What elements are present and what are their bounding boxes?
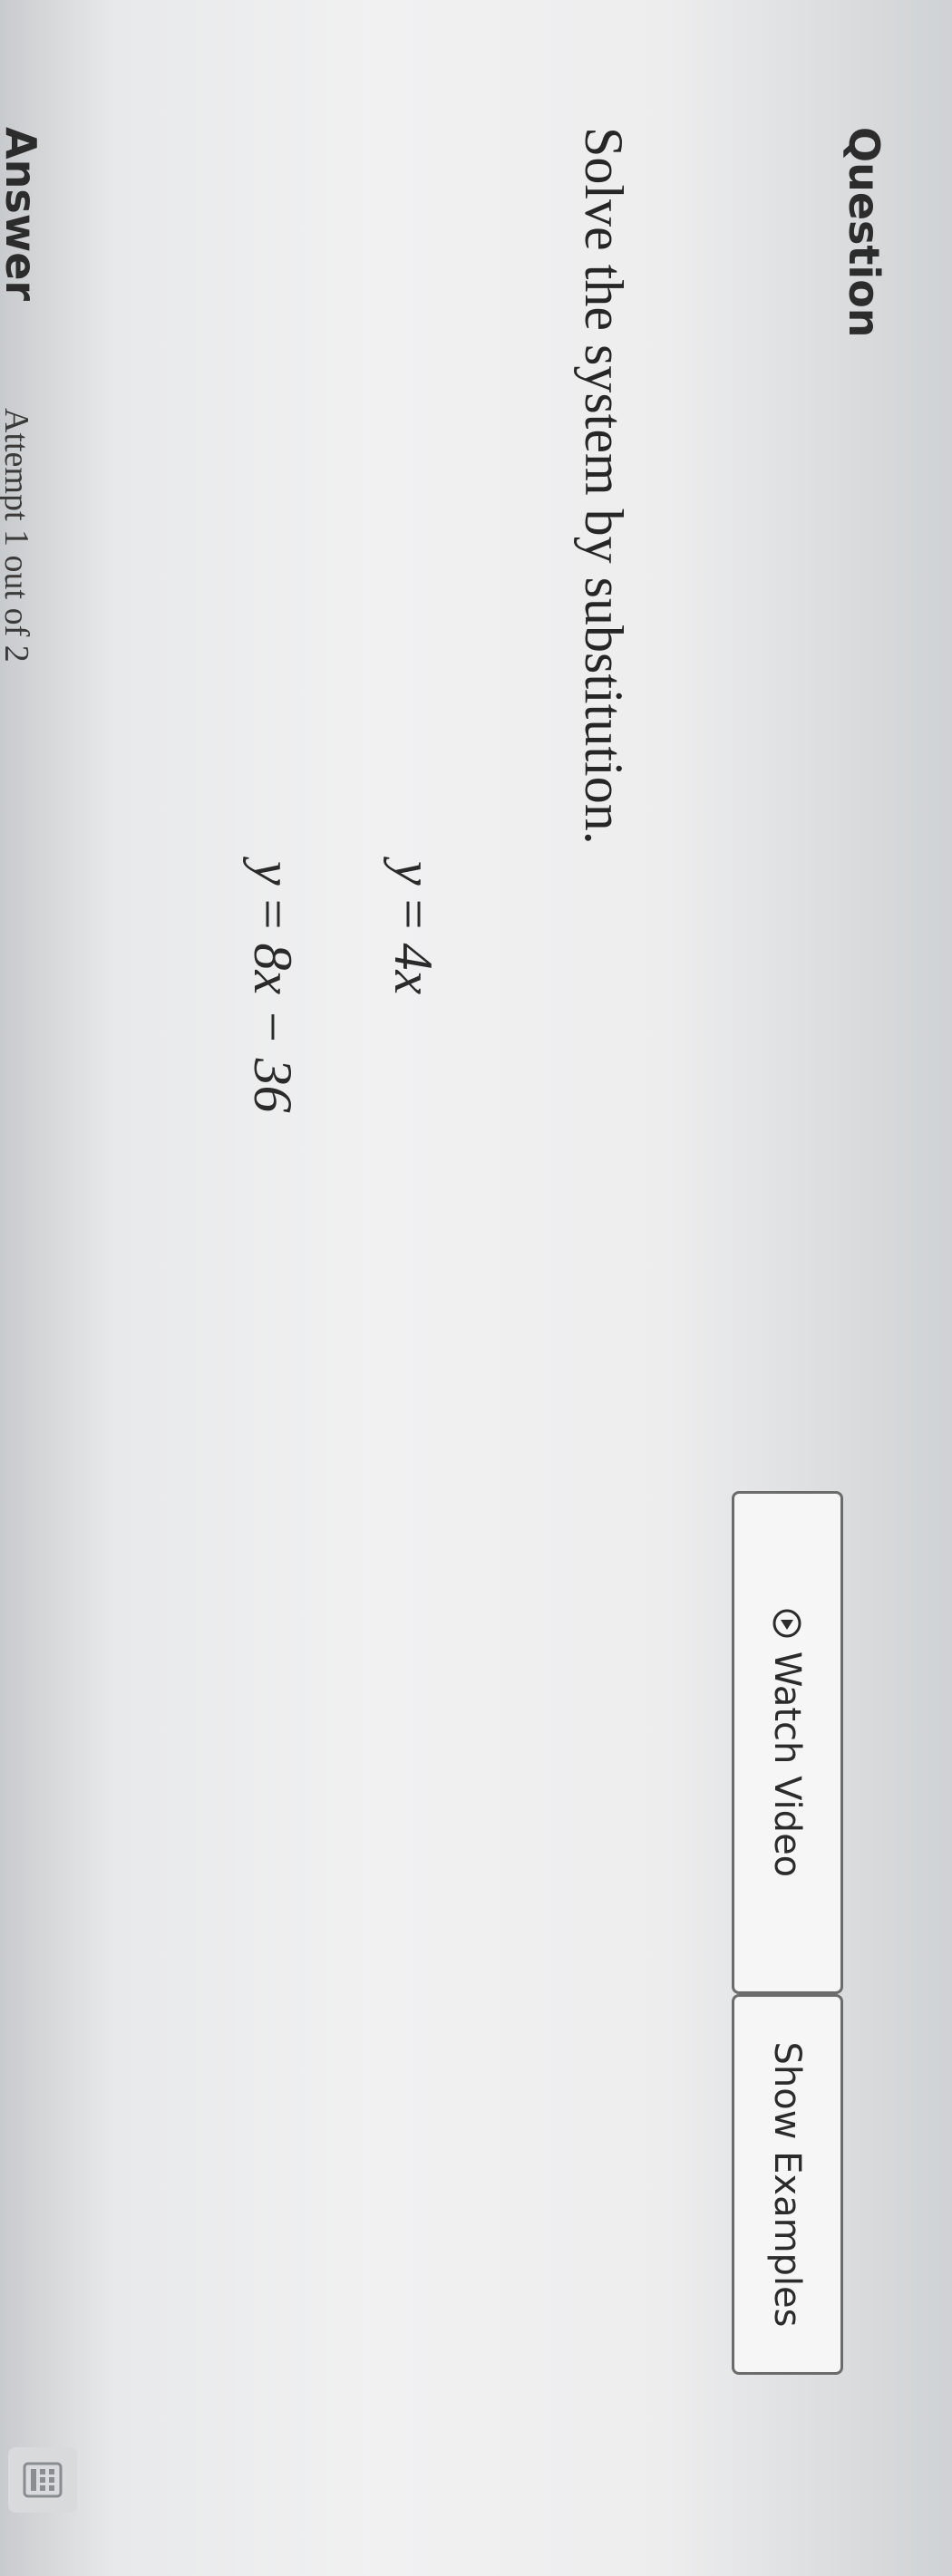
equation-2-lhs: y <box>243 861 303 886</box>
watch-video-label: Watch Video <box>766 1651 809 1878</box>
equation-2-rhs: 8x − 36 <box>243 943 303 1113</box>
question-heading: Question <box>840 127 889 338</box>
equation-2-operator: = <box>243 898 303 930</box>
show-examples-button[interactable]: Show Examples <box>732 1994 843 2375</box>
attempt-counter: Attempt 1 out of 2 <box>0 408 35 663</box>
show-examples-label: Show Examples <box>766 2041 809 2328</box>
question-instruction: Solve the system by substitution. <box>574 127 634 845</box>
equation-1-operator: = <box>384 898 443 930</box>
keypad-icon[interactable] <box>8 2447 77 2513</box>
equation-1-rhs: 4x <box>384 943 443 995</box>
question-page: Question Solve the system by substitutio… <box>0 0 952 2576</box>
equation-1-lhs: y <box>384 861 443 886</box>
equation-1: y = 4x <box>382 861 444 994</box>
equation-2: y = 8x − 36 <box>241 861 304 1113</box>
screen-photo: Question Solve the system by substitutio… <box>0 0 952 2576</box>
watch-video-button[interactable]: Watch Video <box>732 1491 843 1994</box>
answer-heading: Answer <box>0 127 45 302</box>
play-circle-icon <box>772 1608 803 1639</box>
